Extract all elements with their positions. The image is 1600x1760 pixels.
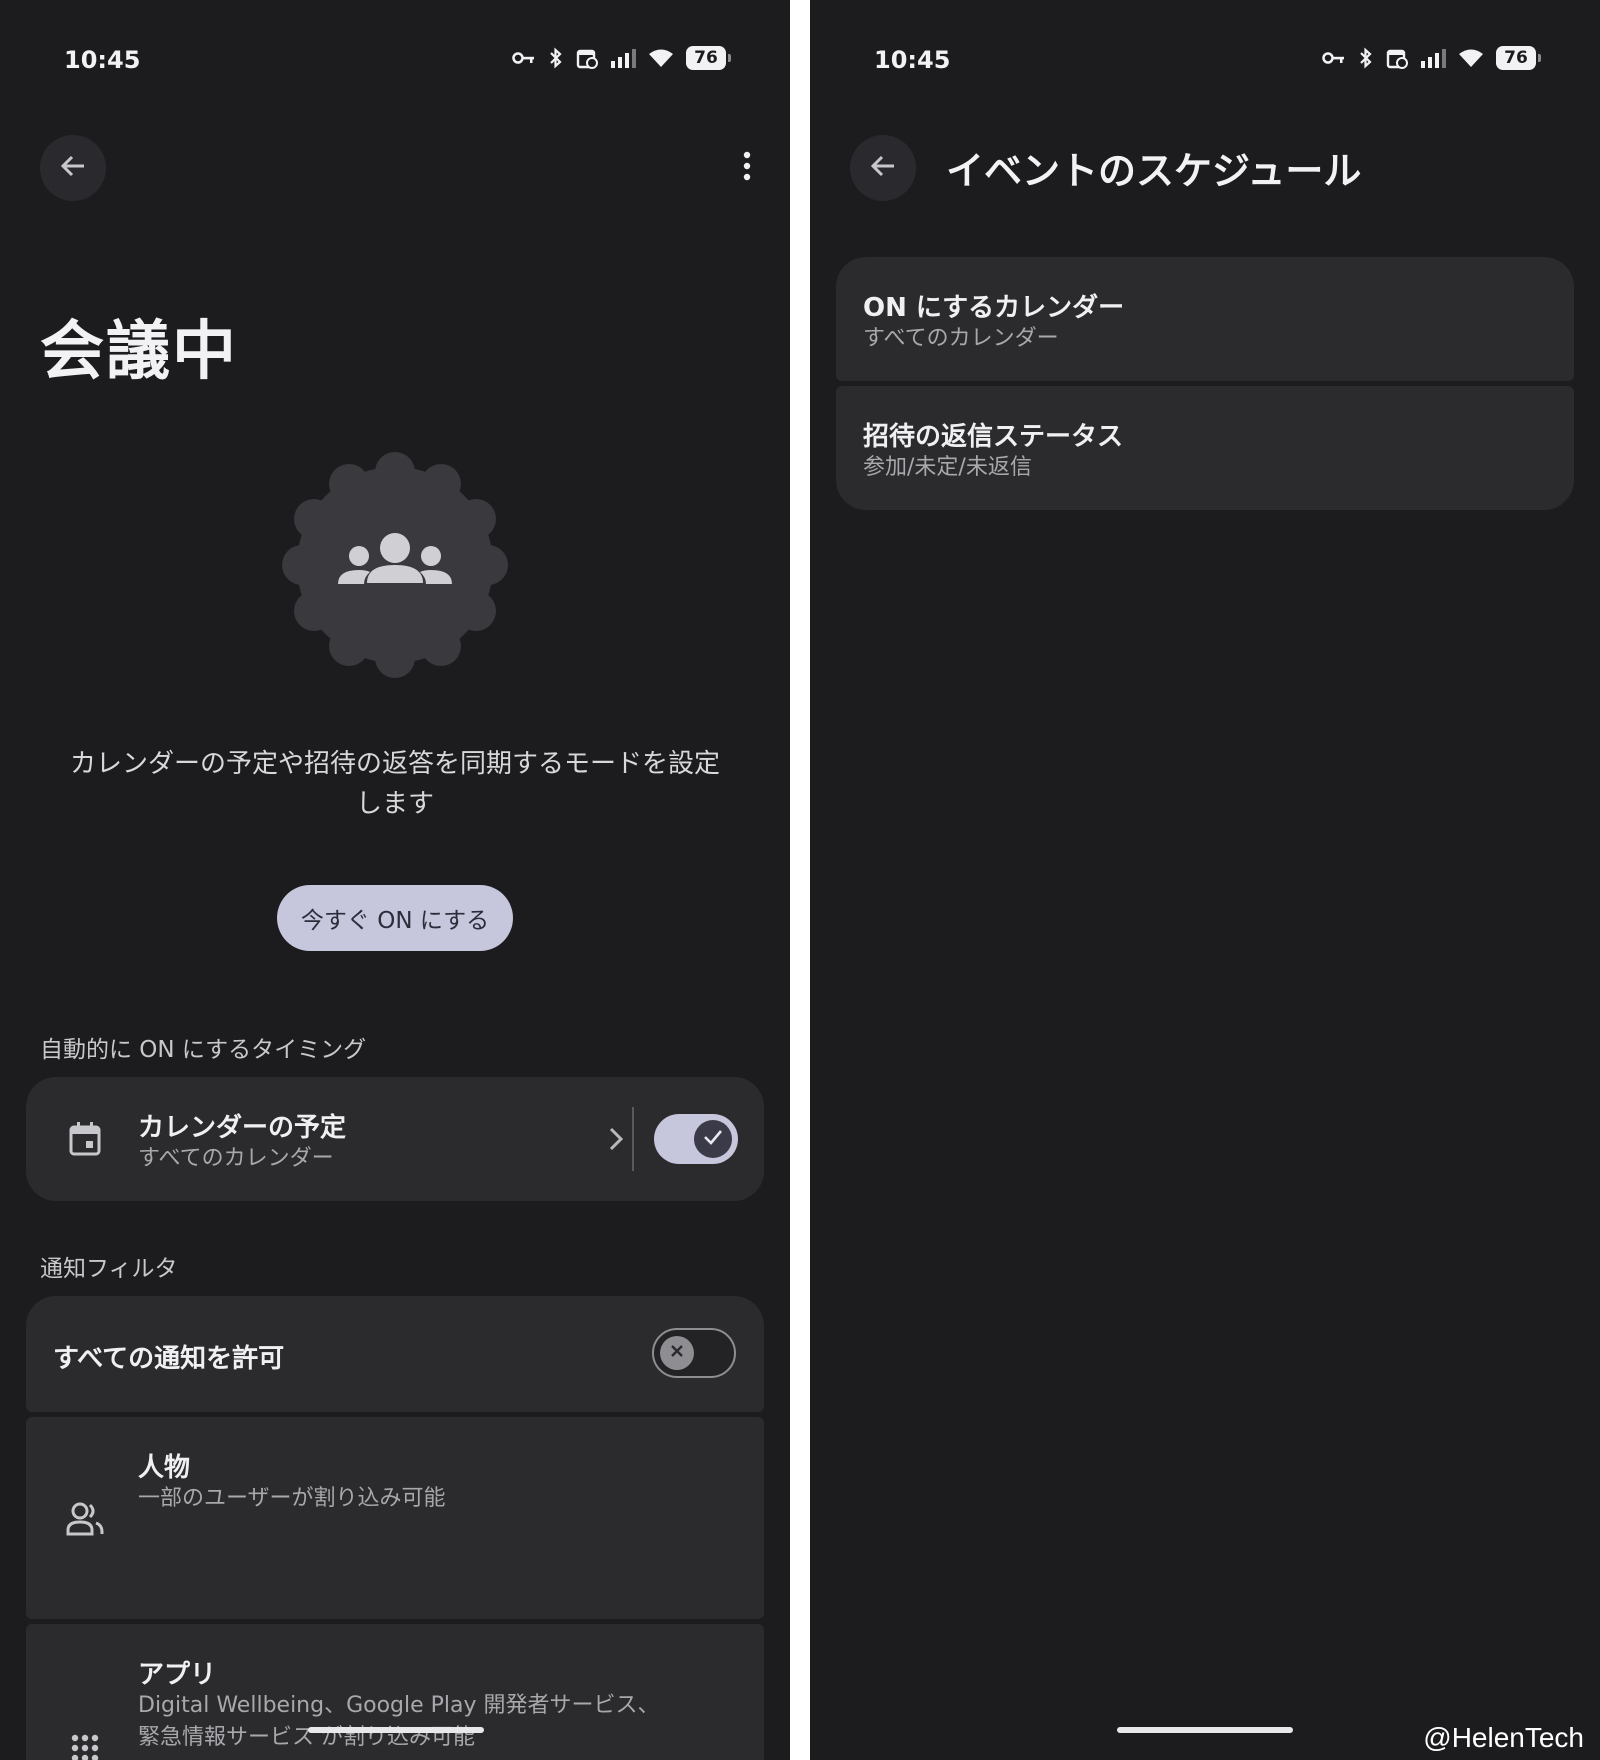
apps-grid-icon [63, 1726, 107, 1760]
bluetooth-icon [548, 47, 564, 69]
back-arrow-icon [58, 151, 88, 185]
person-outline-icon [63, 1497, 107, 1541]
left-screen: 10:45 76 会議中 カレンダーの予定や招待の返答を同期するモードを設定しま… [0, 0, 790, 1760]
more-options-button[interactable] [732, 148, 762, 188]
filter-section-label: 通知フィルタ [40, 1256, 178, 1282]
row-divider [632, 1107, 634, 1171]
calendar-event-trigger-row[interactable]: カレンダーの予定 すべてのカレンダー [26, 1077, 764, 1201]
close-icon [669, 1343, 685, 1363]
calendar-status-icon [576, 47, 598, 69]
status-icons: 76 [1322, 46, 1541, 70]
signal-icon [1420, 48, 1446, 68]
mode-badge [280, 450, 510, 680]
wifi-icon [648, 48, 674, 68]
gesture-bar[interactable] [308, 1727, 484, 1733]
wifi-icon [1458, 48, 1484, 68]
back-button[interactable] [40, 135, 106, 201]
signal-icon [610, 48, 636, 68]
allow-all-title: すべての通知を許可 [53, 1344, 285, 1374]
back-arrow-icon [868, 151, 898, 185]
status-icons: 76 [512, 46, 731, 70]
gesture-bar[interactable] [1117, 1727, 1293, 1733]
mode-description: カレンダーの予定や招待の返答を同期するモードを設定します [69, 749, 720, 819]
toggle-knob [694, 1120, 732, 1158]
status-bar: 10:45 76 [810, 0, 1600, 120]
check-icon [703, 1129, 723, 1149]
people-title: 人物 [138, 1453, 191, 1483]
people-filter-row[interactable]: 人物 一部のユーザーが割り込み可能 [26, 1417, 764, 1619]
allow-all-toggle[interactable] [652, 1328, 736, 1378]
watermark: @HelenTech [1423, 1722, 1584, 1753]
toggle-knob [660, 1336, 694, 1370]
status-bar: 10:45 76 [0, 0, 790, 120]
calendar-select-subtitle: すべてのカレンダー [863, 326, 1059, 351]
page-title: イベントのスケジュール [946, 149, 1362, 193]
status-time: 10:45 [874, 46, 951, 74]
calendar-status-icon [1386, 47, 1408, 69]
reply-status-row[interactable]: 招待の返信ステータス 参加/未定/未返信 [836, 386, 1574, 510]
reply-status-title: 招待の返信ステータス [863, 422, 1124, 452]
calendar-event-subtitle: すべてのカレンダー [138, 1146, 334, 1171]
reply-status-subtitle: 参加/未定/未返信 [863, 455, 1032, 480]
allow-all-notifications-row[interactable]: すべての通知を許可 [26, 1296, 764, 1412]
battery-indicator: 76 [1496, 46, 1541, 70]
schedule-section-label: 自動的に ON にするタイミング [40, 1037, 367, 1063]
battery-indicator: 76 [686, 46, 731, 70]
apps-subtitle-line1: Digital Wellbeing、Google Play 開発者サービス、 [138, 1693, 660, 1718]
people-subtitle: 一部のユーザーが割り込み可能 [138, 1486, 446, 1511]
apps-filter-row[interactable]: アプリ Digital Wellbeing、Google Play 開発者サービ… [26, 1624, 764, 1760]
calendar-select-row[interactable]: ON にするカレンダー すべてのカレンダー [836, 257, 1574, 381]
key-icon [512, 50, 536, 66]
back-button[interactable] [850, 135, 916, 201]
calendar-icon [63, 1117, 107, 1161]
calendar-event-toggle[interactable] [654, 1114, 738, 1164]
right-screen: 10:45 76 イベントのスケジュール ON にするカレンダー すべてのカレン… [810, 0, 1600, 1760]
status-time: 10:45 [64, 46, 141, 74]
mode-title: 会議中 [40, 315, 238, 389]
more-vert-icon [743, 151, 751, 185]
calendar-select-title: ON にするカレンダー [863, 293, 1125, 323]
calendar-event-title: カレンダーの予定 [138, 1113, 347, 1143]
turn-on-now-button[interactable]: 今すぐ ON にする [277, 885, 513, 951]
bluetooth-icon [1358, 47, 1374, 69]
key-icon [1322, 50, 1346, 66]
apps-title: アプリ [138, 1660, 217, 1690]
